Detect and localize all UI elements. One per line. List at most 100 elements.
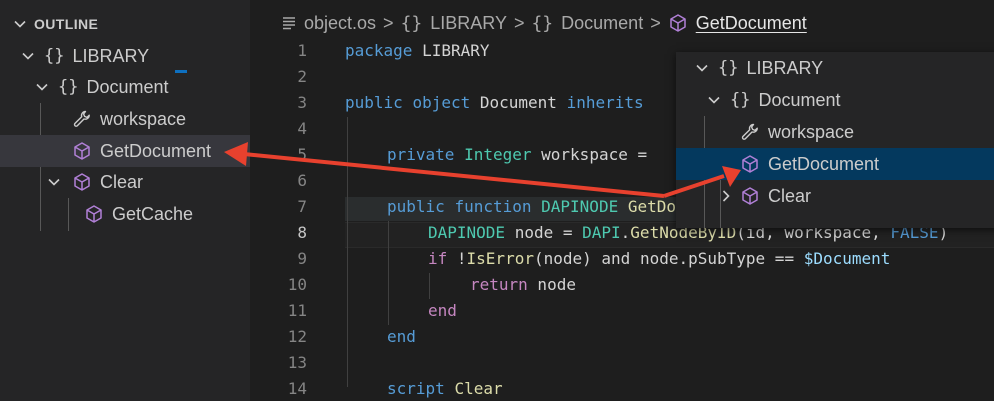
breadcrumb-current-label: GetDocument [695,12,807,33]
screenshot-root: OUTLINE {} LIBRARY {} Document workspace [0,0,994,401]
line-number: 10 [287,275,307,294]
code-line[interactable]: script Clear [387,376,503,401]
curly-braces-icon: {} [58,77,79,97]
breadcrumb-file-label: object.os [304,12,377,33]
breadcrumb-document[interactable]: {} Document [531,13,643,34]
code-token: if [428,249,448,268]
breadcrumb-separator: > [650,12,661,33]
code-token: and [601,249,631,268]
line-number: 7 [297,197,307,216]
code-token: node.pSubType == [630,249,804,268]
code-token: DAPINODE [428,223,506,242]
code-token: Clear [454,379,503,398]
code-token: end [428,301,457,320]
outline-item-label: workspace [100,108,187,129]
code-token: . [620,223,631,242]
outline-item-label: GetDocument [100,140,212,161]
line-number: 12 [287,327,307,346]
cube-icon [669,14,686,32]
dropdown-item-document[interactable]: {} Document [676,84,994,116]
chevron-down-icon [36,83,48,91]
code-token: $Document [803,249,891,268]
breadcrumb-separator: > [513,12,525,33]
outline-title: OUTLINE [34,16,99,32]
dropdown-item-label: GetDocument [768,153,880,174]
outline-header[interactable]: OUTLINE [12,14,98,34]
line-number: 5 [297,145,307,164]
outline-item-label: Clear [100,171,144,192]
outline-item-library[interactable]: {} LIBRARY [0,40,250,72]
curly-braces-icon: {} [400,12,423,34]
chevron-down-icon [48,178,60,186]
cube-icon [84,204,104,224]
cube-icon [72,141,92,161]
dropdown-item-label: LIBRARY [746,57,824,78]
code-token: DAPINODE [541,197,619,216]
code-line[interactable]: end [387,324,416,350]
wrench-icon [740,122,760,142]
code-line[interactable]: end [428,298,457,324]
chevron-down-icon [708,96,720,104]
dropdown-item-getdocument[interactable]: GetDocument [676,148,994,180]
line-number: 6 [297,171,307,190]
code-token: workspace = [531,145,657,164]
chevron-down-icon [22,52,34,60]
breadcrumb: object.os > {} LIBRARY > {} Document > G… [282,8,807,38]
indent-guide [388,221,389,325]
outline-item-getdocument[interactable]: GetDocument [0,135,250,167]
breadcrumb-document-label: Document [561,12,644,33]
code-token: package [345,41,413,60]
code-line[interactable]: if !IsError(node) and node.pSubType == $… [428,246,890,272]
breadcrumb-library[interactable]: {} LIBRARY [401,13,507,34]
focus-indicator [175,70,187,73]
lines-icon [283,17,295,30]
breadcrumb-file[interactable]: object.os [282,13,376,34]
cube-icon [740,154,760,174]
code-line[interactable]: return node [470,272,576,298]
code-line[interactable]: public object Document inherits [345,90,644,116]
cube-icon [740,186,760,206]
outline-item-workspace[interactable]: workspace [0,103,250,135]
chevron-down-icon [696,64,708,72]
line-number: 3 [297,93,307,112]
line-number: 4 [297,119,307,138]
chevron-right-icon [722,190,730,202]
outline-item-label: Document [86,76,169,97]
line-number: 1 [297,41,307,60]
line-number: 14 [287,379,307,398]
code-token: return [470,275,528,294]
dropdown-item-workspace[interactable]: workspace [676,116,994,148]
code-token: function [454,197,532,216]
dropdown-item-library[interactable]: {} LIBRARY [676,52,994,84]
breadcrumb-library-label: LIBRARY [430,12,507,33]
dropdown-item-label: Document [758,89,841,110]
code-line[interactable]: private Integer workspace = [387,142,657,168]
line-number: 9 [297,249,307,268]
outline-item-label: GetCache [112,203,194,224]
outline-panel: OUTLINE {} LIBRARY {} Document workspace [0,0,250,401]
outline-item-clear[interactable]: Clear [0,166,250,198]
code-line[interactable]: package LIBRARY [345,38,490,64]
dropdown-item-clear[interactable]: Clear [676,180,994,212]
outline-item-getcache[interactable]: GetCache [0,198,250,230]
breadcrumb-separator: > [383,12,394,33]
code-token: end [387,327,416,346]
curly-braces-icon: {} [44,46,65,66]
code-token: public [345,93,403,112]
cube-icon [72,172,92,192]
code-token: Integer [464,145,532,164]
indent-guide [347,117,348,387]
code-token: node = [505,223,583,242]
code-token: Document [470,93,567,112]
line-number: 13 [287,353,307,372]
code-token: inherits [566,93,644,112]
line-number: 8 [297,223,307,242]
curly-braces-icon: {} [718,58,739,78]
outline-item-document[interactable]: {} Document [0,71,250,103]
breadcrumb-getdocument[interactable]: GetDocument [668,13,807,34]
